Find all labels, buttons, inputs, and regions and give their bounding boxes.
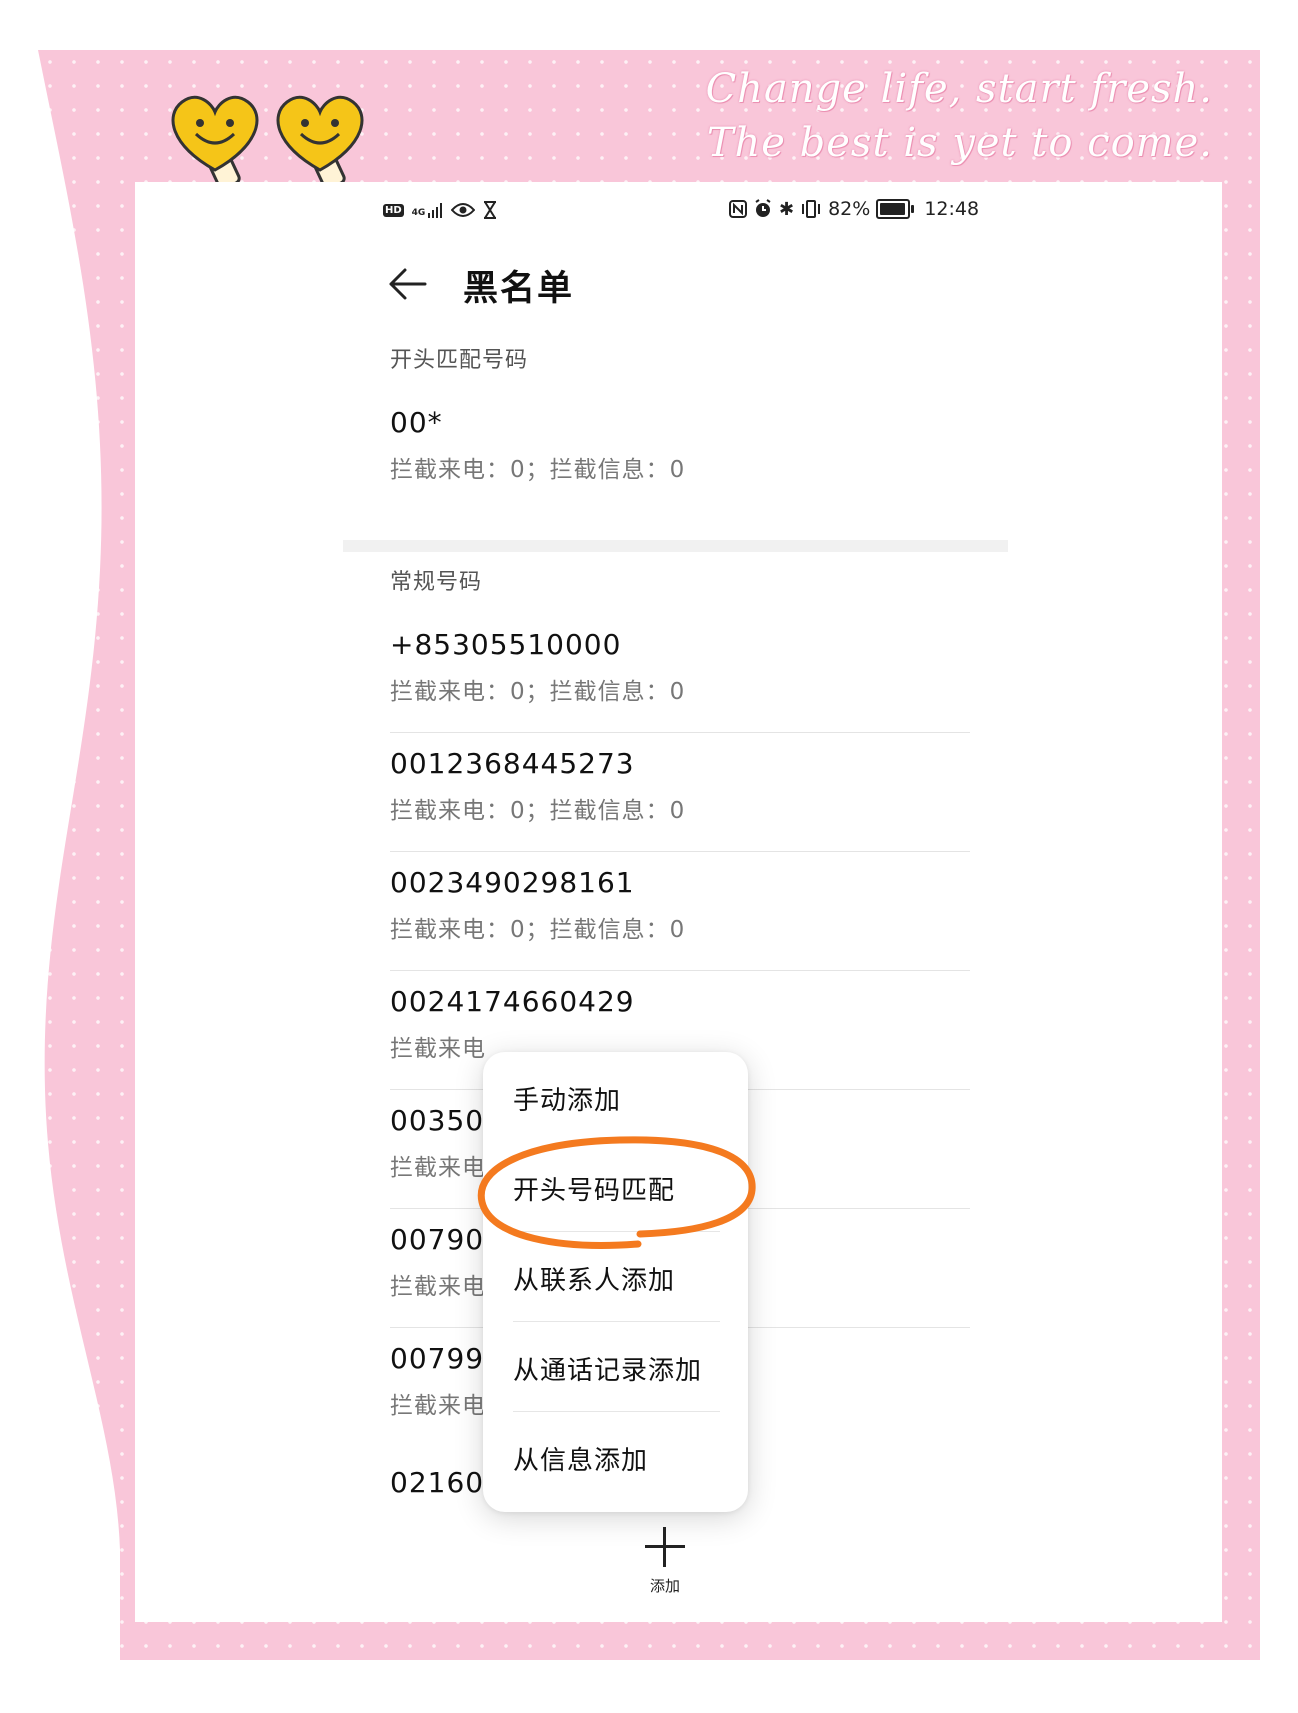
menu-item-label: 从通话记录添加	[513, 1356, 703, 1386]
add-button[interactable]: 添加	[625, 1527, 705, 1617]
nfc-icon	[729, 200, 747, 218]
page-title: 黑名单	[463, 269, 575, 309]
add-button-label: 添加	[649, 1577, 680, 1595]
quote-line-1: Change life, start fresh.	[705, 66, 1213, 112]
status-bar-left: HD 4G	[383, 196, 497, 224]
battery-icon	[876, 199, 915, 219]
smiling-heart-icon	[276, 95, 364, 185]
prefix-entry[interactable]: 00* 拦截来电：0；拦截信息：0	[390, 392, 970, 511]
entry-number: 0012368445273	[390, 747, 635, 780]
bluetooth-icon: ✱	[779, 198, 795, 220]
section-label-prefix: 开头匹配号码	[390, 348, 529, 373]
status-bar-right: ✱ 82% 12:48	[729, 194, 979, 224]
menu-item-label: 从信息添加	[513, 1446, 649, 1476]
entry-stats: 拦截来电	[390, 1274, 486, 1300]
entry-stats: 拦截来电	[390, 1036, 486, 1062]
alarm-icon	[755, 199, 771, 217]
menu-item-from-messages[interactable]: 从信息添加	[513, 1412, 720, 1502]
battery-percent: 82%	[828, 198, 871, 220]
entry-number: 0023490298161	[390, 866, 635, 899]
list-item[interactable]: 0023490298161 拦截来电：0；拦截信息：0	[390, 852, 970, 971]
phone-screen: HD 4G ✱ 82% 12:48 黑名单 开头匹配号码 00* 拦截来电：0；…	[135, 182, 1222, 1622]
entry-number: 00*	[390, 406, 443, 439]
section-divider	[343, 540, 1008, 552]
entry-number: 0024174660429	[390, 985, 635, 1018]
list-item[interactable]: 0012368445273 拦截来电：0；拦截信息：0	[390, 733, 970, 852]
entry-number: +85305510000	[390, 628, 622, 661]
hourglass-icon	[484, 201, 497, 219]
vibrate-icon	[802, 200, 821, 218]
list-item[interactable]: +85305510000 拦截来电：0；拦截信息：0	[390, 614, 970, 733]
smiling-heart-icon	[171, 95, 259, 185]
entry-stats: 拦截来电	[390, 1393, 486, 1419]
add-menu-popup: 手动添加 开头号码匹配 从联系人添加 从通话记录添加 从信息添加	[483, 1052, 748, 1512]
back-arrow-icon[interactable]	[385, 262, 429, 306]
menu-item-label: 从联系人添加	[513, 1266, 676, 1296]
quote-line-2: The best is yet to come.	[706, 120, 1213, 166]
menu-item-from-call-log[interactable]: 从通话记录添加	[513, 1322, 720, 1412]
status-time: 12:48	[924, 198, 980, 220]
eye-icon	[451, 203, 476, 217]
decorative-quote: Change life, start fresh. The best is ye…	[706, 62, 1213, 170]
entry-stats: 拦截来电：0；拦截信息：0	[390, 917, 686, 943]
entry-stats: 拦截来电：0；拦截信息：0	[390, 798, 686, 824]
hd-badge: HD	[383, 203, 404, 217]
menu-item-label: 手动添加	[513, 1086, 622, 1116]
entry-stats: 拦截来电：0；拦截信息：0	[390, 457, 686, 483]
highlight-circle-annotation	[477, 1136, 756, 1249]
entry-stats: 拦截来电：0；拦截信息：0	[390, 679, 686, 705]
section-label-regular: 常规号码	[390, 570, 483, 595]
plus-icon	[645, 1527, 685, 1567]
signal-icon: 4G	[412, 202, 444, 218]
wavy-white-border	[0, 50, 120, 1660]
menu-item-manual-add[interactable]: 手动添加	[513, 1052, 720, 1142]
